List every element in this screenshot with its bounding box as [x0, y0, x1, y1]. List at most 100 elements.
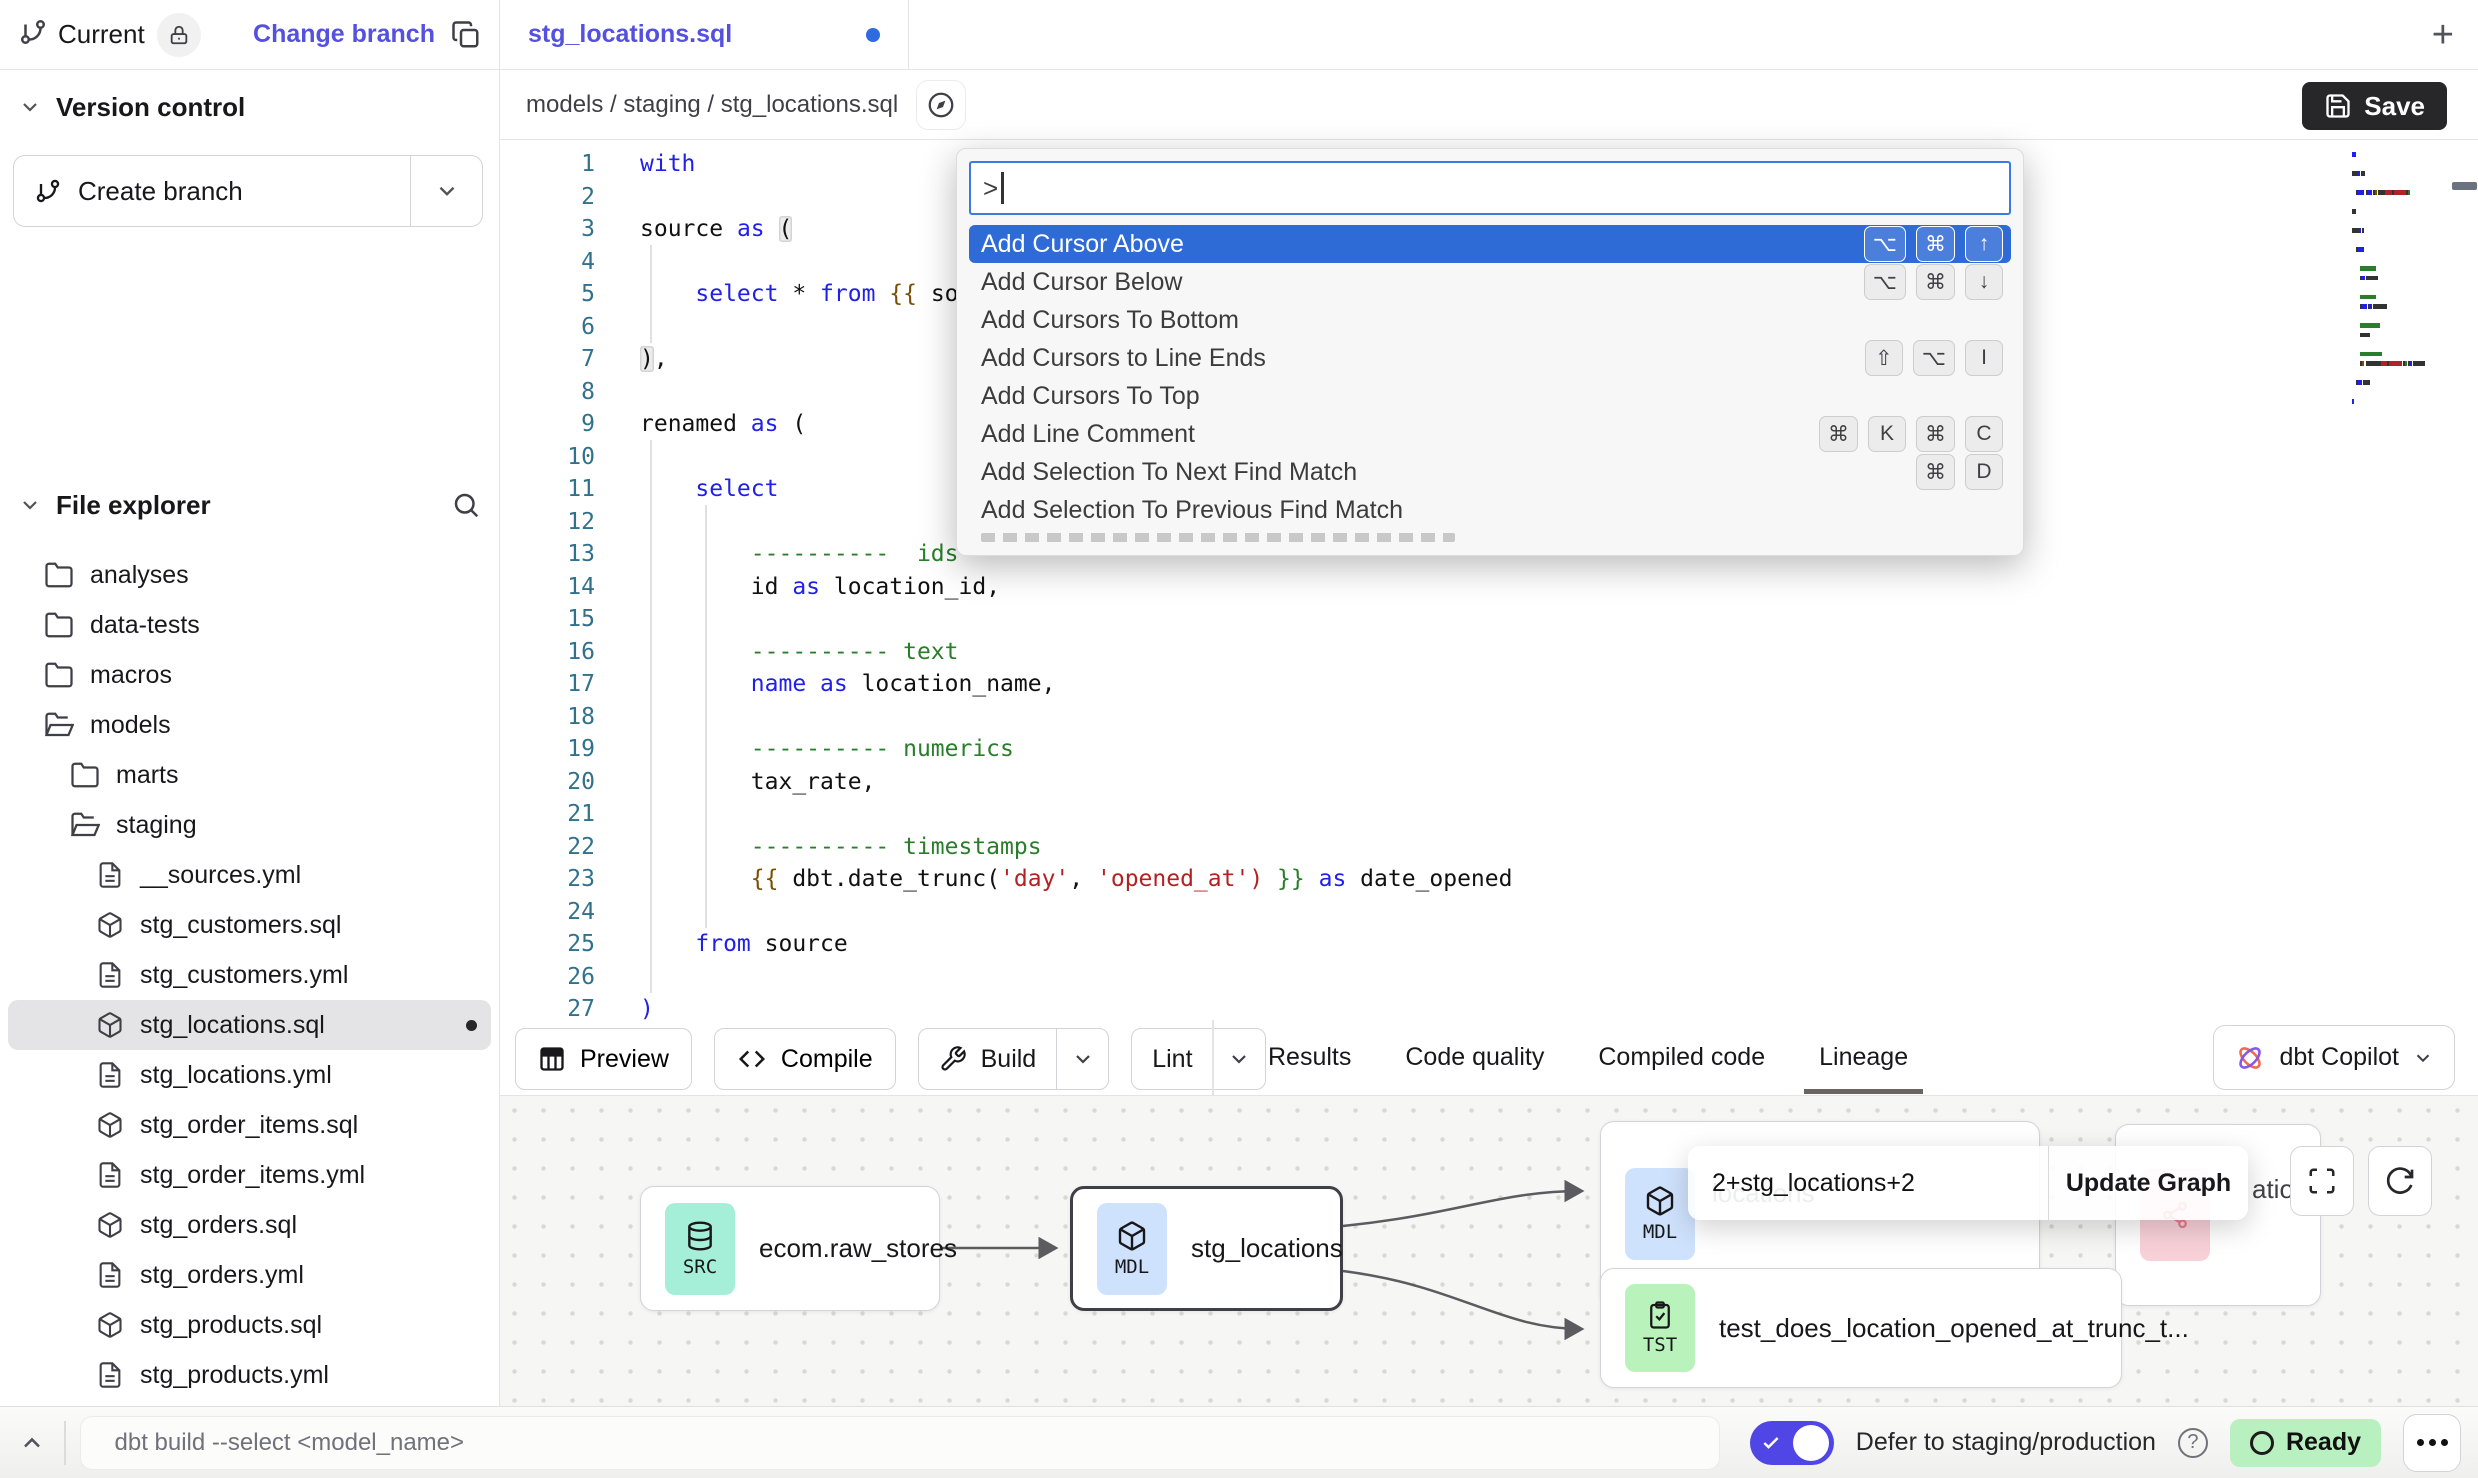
code-line-19[interactable]: ---------- numerics: [640, 733, 1512, 766]
text-cursor: [1001, 172, 1004, 204]
model-icon: [96, 1211, 124, 1239]
folder-icon: [44, 560, 74, 590]
code-line-23[interactable]: {{ dbt.date_trunc('day', 'opened_at') }}…: [640, 863, 1512, 896]
tab-compiled-code[interactable]: Compiled code: [1598, 1020, 1765, 1094]
compass-icon[interactable]: [916, 80, 966, 130]
change-branch-link[interactable]: Change branch: [253, 20, 435, 49]
shortcut-key: I: [1965, 340, 2003, 376]
palette-item[interactable]: Add Cursor Below⌥⌘↓: [969, 263, 2011, 301]
scrollbar-thumb[interactable]: [2452, 182, 2477, 190]
code-line-17[interactable]: name as location_name,: [640, 668, 1512, 701]
search-icon[interactable]: [451, 490, 481, 520]
file-row-stg_products-yml[interactable]: stg_products.yml: [8, 1350, 491, 1400]
palette-item[interactable]: Add Line Comment⌘K⌘C: [969, 415, 2011, 453]
minimap[interactable]: [2352, 150, 2460, 407]
file-row-stg_locations-sql[interactable]: stg_locations.sql: [8, 1000, 491, 1050]
update-graph-button[interactable]: Update Graph: [2048, 1146, 2248, 1220]
fullscreen-button[interactable]: [2290, 1146, 2354, 1216]
refresh-button[interactable]: [2368, 1146, 2432, 1216]
defer-toggle[interactable]: [1750, 1421, 1834, 1465]
build-dropdown[interactable]: [1056, 1029, 1108, 1089]
file-row-data-tests[interactable]: data-tests: [8, 600, 491, 650]
build-button[interactable]: Build: [919, 1029, 1057, 1089]
file-row-stg_customers-yml[interactable]: stg_customers.yml: [8, 950, 491, 1000]
shortcut-key: ⌥: [1913, 340, 1955, 376]
dbt-copilot-button[interactable]: dbt Copilot: [2213, 1025, 2455, 1090]
chevron-down-icon: [2412, 1047, 2434, 1069]
code-line-27[interactable]: ): [640, 993, 1512, 1020]
code-line-16[interactable]: ---------- text: [640, 636, 1512, 669]
code-line-24[interactable]: [640, 896, 1512, 929]
version-control-header[interactable]: Version control: [0, 82, 499, 132]
preview-button[interactable]: Preview: [515, 1028, 692, 1090]
code-line-20[interactable]: tax_rate,: [640, 766, 1512, 799]
create-branch-button[interactable]: Create branch: [13, 155, 483, 227]
file-row-analyses[interactable]: analyses: [8, 550, 491, 600]
save-icon: [2324, 92, 2352, 120]
copy-icon[interactable]: [451, 20, 481, 50]
file-row-marts[interactable]: marts: [8, 750, 491, 800]
new-tab-button[interactable]: +: [2432, 16, 2454, 54]
file-row-__sources-yml[interactable]: __sources.yml: [8, 850, 491, 900]
code-line-21[interactable]: [640, 798, 1512, 831]
file-row-stg_orders-yml[interactable]: stg_orders.yml: [8, 1250, 491, 1300]
palette-item[interactable]: Add Cursors to Line Ends⇧⌥I: [969, 339, 2011, 377]
file-row-stg_products-sql[interactable]: stg_products.sql: [8, 1300, 491, 1350]
code-line-25[interactable]: from source: [640, 928, 1512, 961]
command-palette-input[interactable]: >: [969, 161, 2011, 215]
code-line-15[interactable]: [640, 603, 1512, 636]
lineage-node-test[interactable]: TST test_does_location_opened_at_trunc_t…: [1600, 1268, 2122, 1388]
palette-item[interactable]: Add Cursor Above⌥⌘↑: [969, 225, 2011, 263]
unsaved-dot-icon: [866, 28, 880, 42]
palette-item[interactable]: Add Selection To Next Find Match⌘D: [969, 453, 2011, 491]
palette-item[interactable]: Add Selection To Previous Find Match: [969, 491, 2011, 529]
palette-item[interactable]: Add Cursors To Bottom: [969, 301, 2011, 339]
indent-guide: [650, 245, 652, 343]
tab-results[interactable]: Results: [1268, 1020, 1351, 1094]
tab-stg-locations-sql[interactable]: stg_locations.sql: [500, 0, 909, 69]
code-line-26[interactable]: [640, 961, 1512, 994]
line-numbers: 1234567891011121314151617181920212223242…: [500, 148, 595, 1020]
lineage-canvas[interactable]: SRC ecom.raw_stores MDL stg_locations MD…: [500, 1096, 2478, 1406]
lineage-selector-input[interactable]: 2+stg_locations+2: [1688, 1146, 2048, 1220]
node-label: ecom.raw_stores: [759, 1233, 957, 1264]
dbt-command-input[interactable]: dbt build --select <model_name>: [80, 1416, 1720, 1470]
code-line-18[interactable]: [640, 701, 1512, 734]
folder-icon: [44, 660, 74, 690]
lineage-node-source[interactable]: SRC ecom.raw_stores: [640, 1186, 940, 1311]
lint-button[interactable]: Lint: [1132, 1029, 1212, 1089]
file-row-stg_customers-sql[interactable]: stg_customers.sql: [8, 900, 491, 950]
code-line-14[interactable]: id as location_id,: [640, 571, 1512, 604]
expand-command-bar-button[interactable]: [0, 1429, 64, 1457]
file-row-stg_orders-sql[interactable]: stg_orders.sql: [8, 1200, 491, 1250]
chevron-up-icon: [18, 1429, 46, 1457]
tab-code-quality[interactable]: Code quality: [1405, 1020, 1544, 1094]
file-explorer-header[interactable]: File explorer: [0, 480, 499, 530]
indent-guide: [650, 440, 652, 993]
file-row-stg_locations-yml[interactable]: stg_locations.yml: [8, 1050, 491, 1100]
file-row-staging[interactable]: staging: [8, 800, 491, 850]
more-options-button[interactable]: [2403, 1414, 2461, 1472]
code-icon: [737, 1044, 767, 1074]
create-branch-dropdown[interactable]: [410, 156, 482, 226]
palette-item[interactable]: Add Cursors To Top: [969, 377, 2011, 415]
compile-button[interactable]: Compile: [714, 1028, 896, 1090]
file-row-macros[interactable]: macros: [8, 650, 491, 700]
chevron-down-icon: [18, 95, 42, 119]
test-node-badge: TST: [1625, 1284, 1695, 1372]
file-row-models[interactable]: models: [8, 700, 491, 750]
lint-dropdown[interactable]: [1213, 1029, 1265, 1089]
lineage-node-stg-locations[interactable]: MDL stg_locations: [1070, 1186, 1343, 1311]
file-row-stg_order_items-sql[interactable]: stg_order_items.sql: [8, 1100, 491, 1150]
save-button[interactable]: Save: [2302, 82, 2447, 130]
file-row-stg_order_items-yml[interactable]: stg_order_items.yml: [8, 1150, 491, 1200]
folder-icon: [44, 610, 74, 640]
help-icon[interactable]: ?: [2178, 1428, 2208, 1458]
shortcut-key: K: [1868, 416, 1906, 452]
file-explorer-title: File explorer: [56, 490, 211, 521]
code-line-22[interactable]: ---------- timestamps: [640, 831, 1512, 864]
breadcrumb: models / staging / stg_locations.sql: [526, 91, 898, 119]
tab-lineage[interactable]: Lineage: [1819, 1020, 1908, 1094]
chevron-down-icon: [18, 493, 42, 517]
lock-icon: [168, 24, 190, 46]
